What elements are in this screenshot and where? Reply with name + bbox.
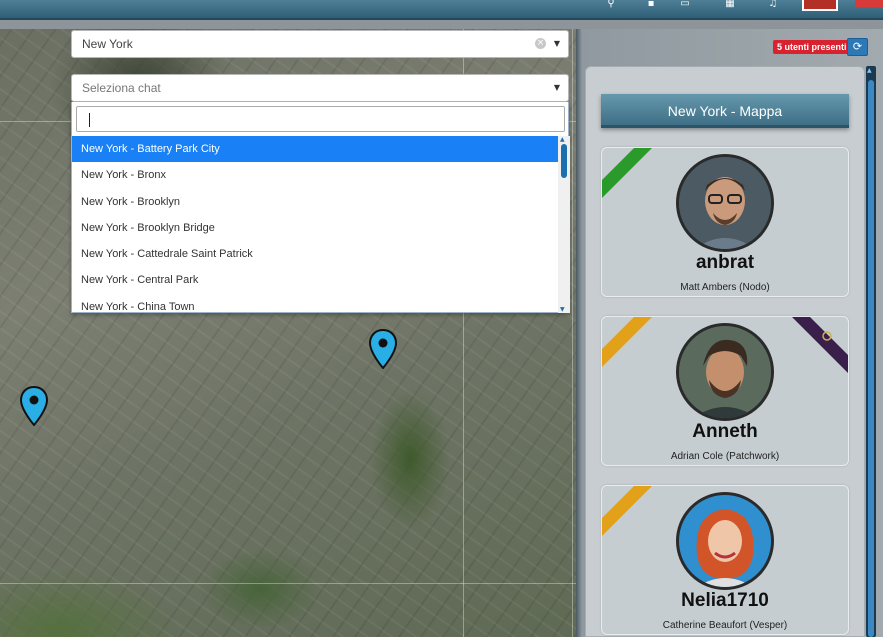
clear-icon[interactable]: ×	[535, 38, 546, 49]
scroll-thumb[interactable]	[561, 144, 567, 178]
scroll-down-icon[interactable]: ▼	[560, 306, 565, 313]
chevron-down-icon[interactable]: ▼	[554, 75, 560, 101]
dropdown-option[interactable]: New York - Brooklyn	[72, 189, 558, 215]
user-fullname: Adrian Cole (Patchwork)	[670, 451, 780, 462]
avatar	[676, 492, 774, 590]
status-ribbon	[602, 486, 652, 536]
user-nick: Anneth	[692, 421, 758, 442]
window-icon[interactable]: ▭	[674, 0, 696, 10]
user-card[interactable]: Nelia1710 Catherine Beaufort (Vesper)	[601, 485, 849, 635]
dropdown-list: New York - Battery Park City New York - …	[72, 136, 558, 313]
map-tile-border	[0, 583, 576, 584]
role-ribbon	[792, 317, 848, 373]
map-tile-border	[572, 29, 573, 637]
room-title-button[interactable]: New York - Mappa	[601, 94, 849, 128]
user-nick: anbrat	[695, 252, 755, 273]
top-bar: ⚲ ▪ ▭ ▦ ♫	[0, 0, 883, 20]
dropdown-option[interactable]: New York - Battery Park City	[72, 136, 558, 163]
dropdown-option[interactable]: New York - Central Park	[72, 267, 558, 293]
status-ribbon	[602, 317, 652, 367]
users-scrollbar[interactable]: ▲	[866, 66, 876, 637]
speaker-icon[interactable]: ♫	[762, 0, 784, 10]
user-fullname: Catherine Beaufort (Vesper)	[662, 620, 788, 631]
chat-select-placeholder: Seleziona chat	[82, 81, 161, 95]
chevron-down-icon[interactable]: ▼	[554, 31, 560, 57]
scroll-up-icon[interactable]: ▲	[560, 136, 565, 143]
avatar	[676, 323, 774, 421]
avatar	[676, 154, 774, 252]
city-select-value: New York	[82, 37, 133, 51]
user-fullname: Matt Ambers (Nodo)	[680, 282, 770, 293]
user-card[interactable]: anbrat Matt Ambers (Nodo)	[601, 147, 849, 297]
status-ribbon	[602, 148, 652, 198]
text-cursor	[89, 113, 90, 127]
scroll-thumb[interactable]	[868, 80, 874, 637]
user-nick: Nelia1710	[681, 590, 769, 611]
alert-button[interactable]	[855, 0, 883, 7]
refresh-button[interactable]: ⟳	[847, 38, 868, 56]
users-count-badge: 5 utenti presenti	[773, 40, 851, 54]
dropdown-option[interactable]: New York - Brooklyn Bridge	[72, 215, 558, 241]
scroll-up-icon[interactable]: ▲	[867, 67, 872, 74]
user-card[interactable]: Anneth Adrian Cole (Patchwork)	[601, 316, 849, 466]
map-pin-icon[interactable]	[369, 329, 397, 369]
chat-dropdown: New York - Battery Park City New York - …	[71, 102, 570, 313]
refresh-icon: ⟳	[852, 40, 863, 53]
profile-avatar[interactable]	[802, 0, 838, 11]
dropdown-scrollbar[interactable]: ▲ ▼	[558, 136, 570, 313]
map-pin-icon[interactable]	[20, 386, 48, 426]
dropdown-search-input[interactable]	[76, 106, 565, 132]
bag-icon[interactable]: ▪	[640, 0, 662, 10]
search-icon[interactable]: ⚲	[600, 0, 622, 10]
city-select[interactable]: New York × ▼	[71, 30, 569, 58]
dropdown-option[interactable]: New York - Cattedrale Saint Patrick	[72, 241, 558, 267]
dropdown-option[interactable]: New York - Bronx	[72, 162, 558, 188]
dropdown-option[interactable]: New York - China Town	[72, 294, 558, 313]
grid-icon[interactable]: ▦	[719, 0, 741, 10]
chat-select[interactable]: Seleziona chat ▼	[71, 74, 569, 102]
